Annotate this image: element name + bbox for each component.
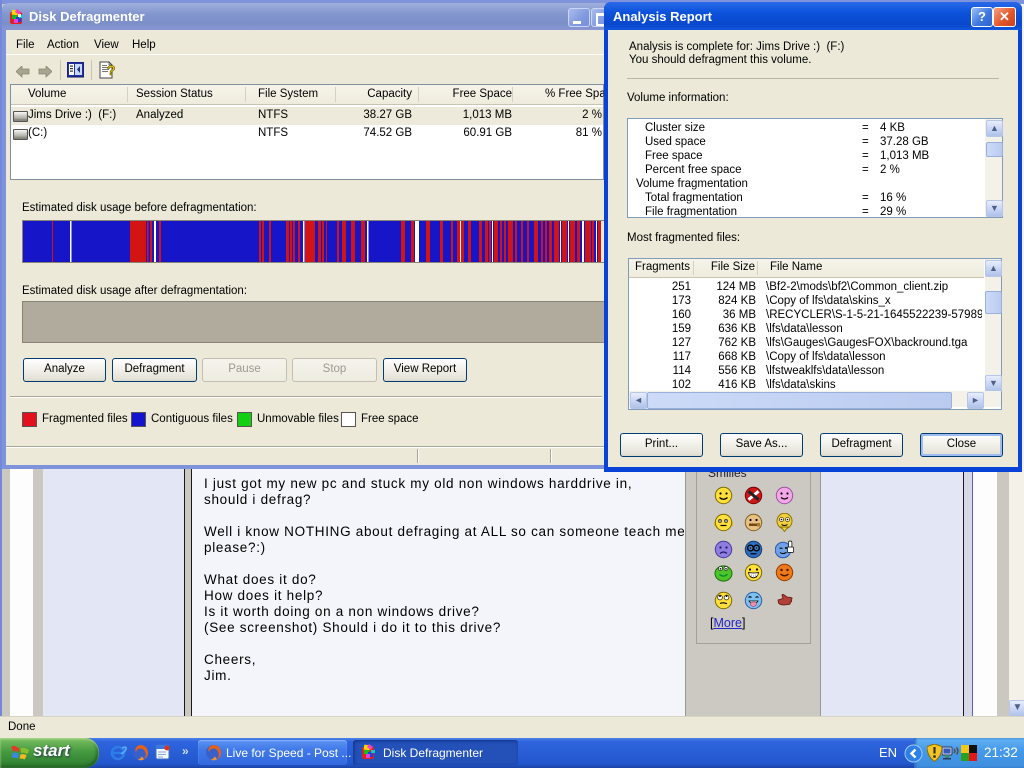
svg-text:?: ? (107, 62, 116, 78)
